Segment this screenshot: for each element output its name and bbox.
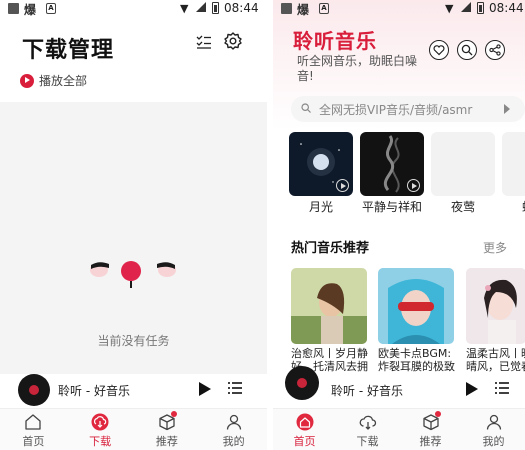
rec-cover-1[interactable] [291,268,367,344]
nav-profile-label: 我的 [222,435,245,448]
download-screen: 爆 A ▼ 08:44 下载管理 播放全部 当前没有任务 聆听 - 好音乐 首页… [0,0,267,450]
album-disc[interactable] [18,374,50,406]
search-button[interactable] [457,40,477,60]
nav-home-label: 首页 [22,435,45,448]
checklist-icon[interactable] [196,34,212,50]
play-icon[interactable] [466,382,478,396]
rec-cover-2-image [378,268,454,344]
playlist-icon[interactable] [495,381,509,395]
notification-icon [8,3,19,14]
nav-download-label: 下载 [89,435,112,448]
nav-recommend[interactable]: 推荐 [134,409,201,450]
home-icon [25,414,42,430]
notification-icon [281,3,292,14]
arrow-right-icon [504,104,510,114]
status-time: 08:44 [489,1,524,15]
card-nightingale-label: 夜莺 [450,200,475,214]
status-bar: 爆 A ▼ 08:44 [0,0,267,18]
mini-player[interactable]: 聆听 - 好音乐 [273,366,525,408]
search-placeholder: 全网无损VIP音乐/音频/asmr [319,103,473,117]
notification-dot [170,411,177,417]
nav-home[interactable]: 首页 [273,409,336,450]
wifi-icon: ▼ [180,2,189,15]
nav-download[interactable]: 下载 [67,409,134,450]
mini-player[interactable]: 聆听 - 好音乐 [0,372,267,408]
notification-dot [434,411,441,417]
play-all-label: 播放全部 [39,74,88,88]
nav-download[interactable]: 下载 [336,409,399,450]
card-calm[interactable] [360,132,424,196]
signal-icon [196,2,206,12]
search-icon [461,44,473,56]
nav-download-label: 下载 [356,435,379,448]
app-notification-icon: 爆 [24,3,37,17]
bottom-nav: 首页 下载 推荐 我的 [0,408,267,450]
more-link[interactable]: 更多 [483,239,507,256]
app-notification-icon: 爆 [297,3,310,17]
search-bar[interactable]: 全网无损VIP音乐/音频/asmr [291,96,525,122]
share-button[interactable] [485,40,505,60]
nav-home-label: 首页 [293,435,316,448]
search-icon [301,103,311,113]
music-home-screen: 爆 A ▼ 08:44 聆听音乐 听全网音乐，助眠白噪音! 全网无损VIP音乐/… [273,0,525,450]
user-icon [226,414,241,430]
rec-cover-3[interactable] [466,268,525,344]
user-icon [486,414,501,430]
album-disc[interactable] [285,366,319,400]
playlist-icon[interactable] [228,381,242,395]
nav-profile[interactable]: 我的 [200,409,267,450]
app-a-icon: A [319,3,329,14]
rec-cover-3-image [466,268,525,344]
play-circle-icon [20,73,34,88]
nav-recommend-label: 推荐 [419,435,442,448]
section-title: 热门音乐推荐 [291,241,370,256]
share-icon [489,44,501,56]
nav-recommend-label: 推荐 [155,435,178,448]
rec-cover-1-image [291,268,367,344]
download-cloud-icon [91,413,109,431]
app-title: 聆听音乐 [293,29,377,53]
empty-face-illustration [90,261,176,288]
wifi-icon: ▼ [445,2,454,15]
nav-profile-label: 我的 [482,435,505,448]
card-moonlight[interactable] [289,132,353,196]
card-cicada-label: 蝉鸣 [494,198,525,215]
status-time: 08:44 [224,1,259,15]
rec-title-3: 温柔古风丨暖晴风，已觉春 [466,347,525,373]
play-circle-icon[interactable] [407,179,420,192]
now-playing-title: 聆听 - 好音乐 [331,384,403,398]
rec-title-2: 欧美卡点BGM: 炸裂耳膜的极致 [378,347,455,373]
card-nightingale[interactable] [431,132,495,196]
status-bar: 爆 A ▼ 08:44 [273,0,525,18]
play-circle-icon[interactable] [336,179,349,192]
battery-icon [212,2,219,14]
play-all-button[interactable]: 播放全部 [20,72,87,89]
download-cloud-icon [359,415,376,430]
bottom-nav: 首页 下载 推荐 我的 [273,408,525,450]
card-cicada[interactable] [502,132,525,196]
battery-icon [477,2,484,14]
app-a-icon: A [46,3,56,14]
play-icon[interactable] [199,382,211,396]
nav-recommend[interactable]: 推荐 [399,409,462,450]
nav-profile[interactable]: 我的 [462,409,525,450]
gear-icon[interactable] [224,32,242,50]
page-title: 下载管理 [22,38,115,63]
heart-icon [433,45,445,56]
card-calm-label: 平静与祥和 [361,200,422,214]
rec-cover-2[interactable] [378,268,454,344]
favorite-button[interactable] [429,40,449,60]
empty-state-text: 当前没有任务 [97,334,170,348]
app-subtitle: 听全网音乐，助眠白噪音! [297,54,418,83]
home-icon [296,413,313,431]
card-moonlight-label: 月光 [308,200,333,214]
nav-home[interactable]: 首页 [0,409,67,450]
signal-icon [461,2,471,12]
now-playing-title: 聆听 - 好音乐 [58,384,130,398]
